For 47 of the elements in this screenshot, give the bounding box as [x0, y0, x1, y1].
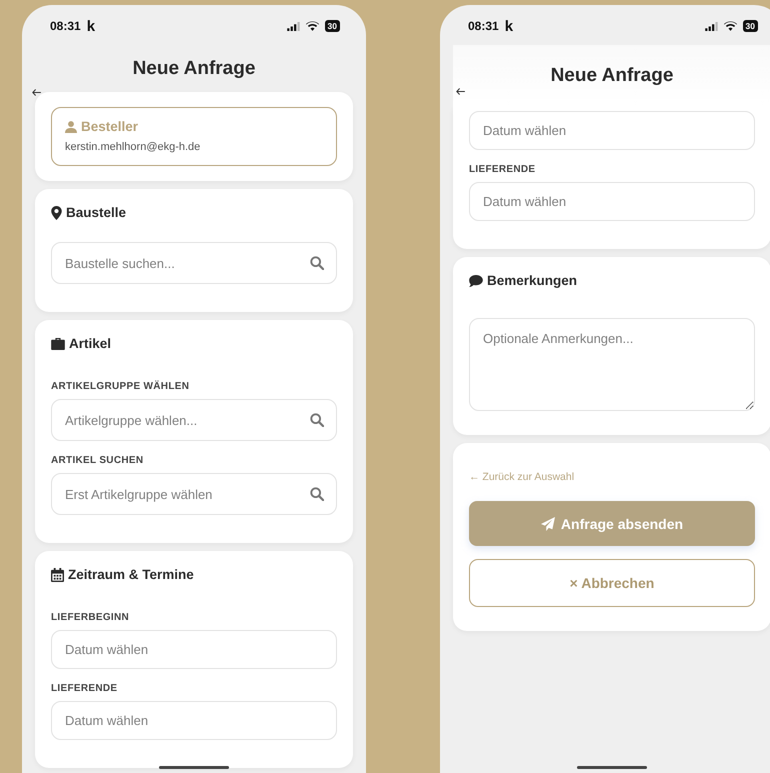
search-field[interactable]: Erst Artikelgruppe wählen: [51, 473, 337, 515]
field-label: LIEFERENDE: [469, 164, 536, 175]
date-field[interactable]: Datum wählen: [51, 701, 337, 740]
search-field[interactable]: Artikelgruppe wählen...: [51, 399, 337, 441]
carrier-mark: k: [504, 18, 514, 34]
signal-icon: [286, 22, 300, 30]
screen-title: Neue Anfrage: [550, 65, 674, 87]
home-indicator: [159, 766, 229, 769]
battery-level: 30: [324, 20, 340, 32]
map-pin-icon: [51, 206, 62, 220]
paper-plane-icon: [540, 516, 555, 530]
field-label: ARTIKEL SUCHEN: [51, 455, 144, 466]
section-heading: Artikel: [69, 336, 112, 351]
date-field[interactable]: Datum wählen: [51, 630, 337, 669]
search-field[interactable]: Baustelle suchen...: [51, 242, 337, 284]
status-time: 08:31: [468, 19, 499, 33]
user-icon: [65, 120, 77, 132]
search-icon[interactable]: [310, 256, 324, 270]
orderer-email: kerstin.mehlhorn@ekg-h.de: [65, 141, 202, 153]
carrier-mark: k: [86, 18, 96, 34]
back-arrow-icon[interactable]: [32, 89, 41, 96]
section-heading: Zeitraum & Termine: [68, 567, 194, 582]
date-field[interactable]: Datum wählen: [469, 111, 755, 150]
field-label: ARTIKELGRUPPE WÄHLEN: [51, 381, 190, 392]
search-icon[interactable]: [310, 413, 324, 427]
remarks-field[interactable]: Optionale Anmerkungen...: [469, 318, 755, 411]
wifi-icon: [724, 21, 737, 31]
briefcase-icon: [51, 338, 65, 350]
search-icon[interactable]: [310, 487, 324, 501]
field-label: LIEFERENDE: [51, 683, 118, 694]
wifi-icon: [306, 21, 319, 31]
back-arrow-icon[interactable]: [456, 88, 465, 95]
calendar-icon: [51, 568, 64, 582]
submit-button[interactable]: Anfrage absenden: [469, 501, 755, 546]
battery-level: 30: [742, 20, 758, 32]
cancel-button[interactable]: × Abbrechen: [469, 559, 755, 607]
screen-title: Neue Anfrage: [132, 58, 256, 80]
date-field[interactable]: Datum wählen: [469, 182, 755, 221]
home-indicator: [577, 766, 647, 769]
field-label: LIEFERBEGINN: [51, 612, 130, 623]
status-time: 08:31: [50, 19, 81, 33]
orderer-label: Besteller: [81, 119, 138, 134]
section-heading: Baustelle: [66, 205, 126, 220]
signal-icon: [704, 22, 718, 30]
back-link[interactable]: ← Zurück zur Auswahl: [469, 471, 755, 483]
section-heading: Bemerkungen: [487, 273, 578, 288]
speech-bubble-icon: [469, 274, 483, 286]
